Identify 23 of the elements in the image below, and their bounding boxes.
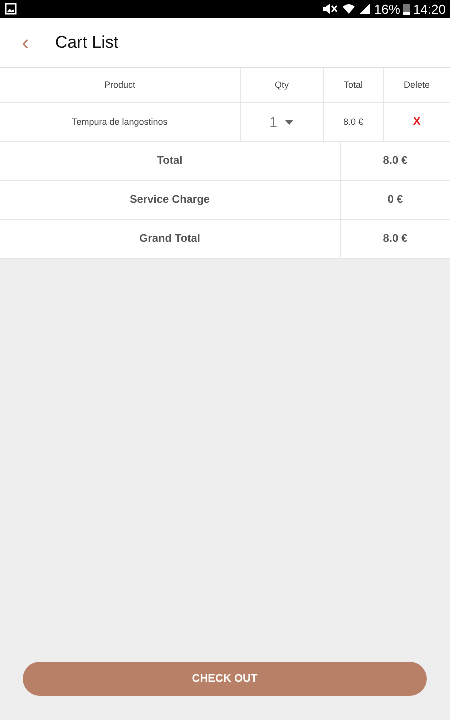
summary-value: 0 € xyxy=(341,181,450,220)
battery-percent: 16% xyxy=(374,2,400,16)
mute-icon xyxy=(321,3,340,15)
quantity-dropdown[interactable]: 1 xyxy=(264,113,300,131)
signal-icon xyxy=(359,3,372,15)
clock: 14:20 xyxy=(413,2,446,16)
back-button[interactable]: ‹ xyxy=(16,32,36,54)
column-header: Product xyxy=(0,68,241,103)
column-header: Qty xyxy=(241,68,324,103)
summary-value: 8.0 € xyxy=(341,142,450,181)
summary-label: Service Charge xyxy=(0,181,341,220)
delete-button[interactable]: X xyxy=(407,115,427,129)
checkout-button[interactable]: CHECK OUT xyxy=(23,662,427,696)
column-header: Total xyxy=(324,68,384,103)
column-header: Delete xyxy=(384,68,450,103)
page-title: Cart List xyxy=(55,32,119,52)
summary-label: Grand Total xyxy=(0,220,341,259)
caret-icon xyxy=(285,120,294,124)
summary-label: Total xyxy=(0,142,341,181)
summary-value: 8.0 € xyxy=(341,220,450,259)
battery-icon xyxy=(403,3,410,15)
wifi-icon xyxy=(342,3,356,15)
image-icon xyxy=(5,3,17,15)
